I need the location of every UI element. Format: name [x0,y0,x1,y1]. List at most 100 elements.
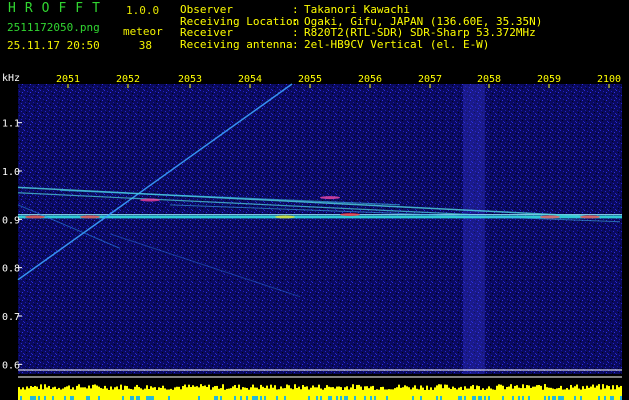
power-bar [618,387,620,400]
freq-tick-label: 0.7 [2,312,20,323]
power-bar [504,389,506,400]
power-fill [478,396,480,400]
info-separator: : [292,26,299,39]
power-fill [544,396,546,400]
power-bar [332,387,334,400]
power-bar [444,384,446,400]
power-bar [402,387,404,400]
power-bar [200,384,202,400]
power-bar [616,385,618,400]
power-bar [178,386,180,400]
power-bar [190,387,192,400]
app-version: 1.0.0 [126,4,160,17]
power-bar [390,389,392,400]
power-fill [370,396,372,400]
power-bar [74,389,76,400]
power-bar [496,385,498,400]
power-bar [206,386,208,400]
power-fill [346,396,348,400]
info-value: R820T2(RTL-SDR) SDR-Sharp 53.372MHz [304,26,536,39]
power-bar [278,389,280,400]
power-bar [110,386,112,400]
power-fill [548,396,550,400]
power-bar [564,389,566,400]
power-bar [302,385,304,400]
power-bar [314,387,316,400]
power-fill [554,396,556,400]
power-bar [144,388,146,400]
power-fill [316,396,318,400]
power-bar [158,387,160,400]
power-fill [168,396,170,400]
power-fill [130,396,132,400]
power-bar [350,387,352,400]
power-fill [412,396,414,400]
power-bar [400,387,402,400]
power-bar [304,386,306,400]
power-fill [284,396,286,400]
power-bar [114,387,116,400]
power-bar [588,387,590,400]
power-bar [258,389,260,400]
power-bar [184,384,186,400]
power-bar [550,387,552,400]
power-bar [396,387,398,400]
power-bar [318,384,320,400]
power-bar [292,389,294,400]
power-bar [288,385,290,400]
power-bar [286,384,288,400]
power-bar [170,388,172,400]
power-fill [64,396,66,400]
power-bar [590,386,592,400]
station-info: Observer: Takanori Kawachi Receiving Loca… [180,4,542,50]
power-fill [152,396,154,400]
info-key: Receiver [180,26,233,39]
signal-hotspot [25,215,45,219]
file-name: 2511172050.png [7,21,100,34]
power-bar [538,384,540,400]
power-fill [256,396,258,400]
power-bar [406,386,408,400]
power-fill [502,396,504,400]
power-bar [418,389,420,400]
power-fill [552,396,554,400]
power-bar [500,384,502,400]
power-bar [338,386,340,400]
power-fill [252,396,254,400]
info-row-antenna: Receiving antenna:2el-HB9CV Vertical (el… [180,37,542,51]
power-fill [88,396,90,400]
signal-hotspot [140,198,160,202]
signal-hotspot [340,213,360,216]
power-bar [416,388,418,400]
power-bar [586,385,588,400]
power-bar [238,384,240,400]
power-fill [364,396,366,400]
power-fill [340,396,342,400]
info-separator: : [292,37,299,51]
power-bar [192,385,194,400]
axis-unit-label: kHz [2,73,21,84]
power-bar [404,385,406,400]
power-bar [80,387,82,400]
power-bar [194,386,196,400]
power-bar [48,385,50,400]
signal-hotspot [80,215,100,219]
power-bar [456,389,458,400]
power-fill [320,396,322,400]
power-bar [380,387,382,400]
power-fill [122,396,124,400]
power-bar [492,389,494,400]
power-bar [272,387,274,400]
power-bar [196,386,198,400]
power-bar [68,385,70,400]
power-fill [30,396,32,400]
power-strip [18,369,622,400]
power-bar [470,386,472,400]
spectrogram: 2051 2052 2053 2054 2055 2056 2057 2058 2059 2100… [0,74,629,400]
power-bar [42,389,44,400]
freq-tick-label: 0.9 [2,215,20,226]
power-bar [124,385,126,400]
power-bar [176,386,178,400]
power-bar [290,388,292,400]
power-fill [558,396,560,400]
